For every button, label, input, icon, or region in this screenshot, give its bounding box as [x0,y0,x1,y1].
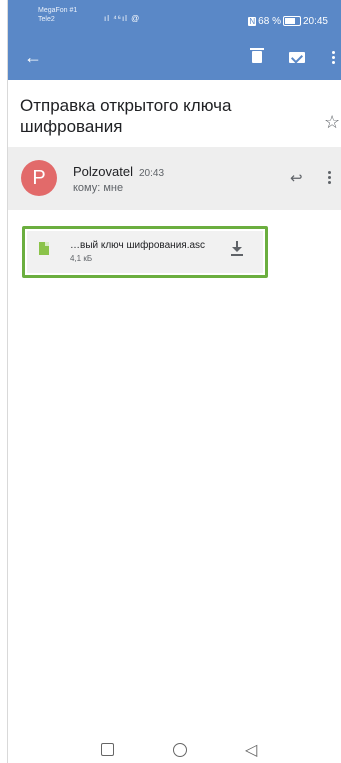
message-more-button[interactable] [328,171,331,186]
more-vert-icon [328,171,331,184]
attachment-name: …вый ключ шифрования.asc [70,240,206,251]
carrier-name-1: MegaFon #1 [38,7,78,14]
attachment-card[interactable]: …вый ключ шифрования.asc 4,1 кБ [22,226,268,278]
clock: 20:45 [302,16,328,27]
carrier-info: MegaFon #1 Tele2 [38,6,77,24]
arrow-left-icon: ← [24,47,42,67]
mark-unread-icon [289,51,305,63]
signal-icons: ıl ⁴⁶ıl @ [104,14,141,23]
sender-name: Polzovatel [73,164,133,179]
sender-line: Polzovatel 20:43 [73,164,164,179]
recents-button[interactable] [101,743,114,756]
avatar: P [21,160,57,196]
mark-unread-button[interactable] [286,46,308,68]
star-button[interactable]: ☆ [324,112,340,133]
email-subject: Отправка открытого ключа шифрования [20,96,232,136]
nfc-icon: N [248,17,257,26]
reply-icon: ↩ [290,170,303,187]
more-options-button[interactable] [322,46,341,68]
more-vert-icon [331,50,335,64]
recipient-line[interactable]: кому: мне [73,182,123,194]
file-icon [39,242,49,255]
battery-percent: 68 % [258,16,281,27]
carrier-name-2: Tele2 [38,16,55,23]
delete-button[interactable] [246,46,268,68]
reply-button[interactable]: ↩ [290,169,303,187]
top-app-bar: MegaFon #1 Tele2 ıl ⁴⁶ıl @ N 68 % 20:45 ← [8,0,341,80]
triangle-back-icon: ◁ [245,742,258,759]
home-button[interactable] [173,743,187,757]
back-button[interactable]: ← [24,48,42,66]
status-bar: MegaFon #1 Tele2 ıl ⁴⁶ıl @ N 68 % 20:45 [8,0,341,36]
sent-time: 20:43 [138,168,165,179]
status-right: N 68 % 20:45 [248,16,328,27]
system-nav-bar: ◁ [8,733,341,763]
sender-header[interactable]: P Polzovatel 20:43 кому: мне ↩ [8,147,341,210]
system-back-button[interactable]: ◁ [245,740,257,760]
star-icon: ☆ [324,112,341,132]
trash-icon [250,48,264,63]
email-screen: MegaFon #1 Tele2 ıl ⁴⁶ıl @ N 68 % 20:45 ← … [7,0,341,763]
attachment-body: …вый ключ шифрования.asc 4,1 кБ [27,231,263,273]
battery-icon [282,16,301,27]
attachment-size: 4,1 кБ [70,254,93,263]
download-button[interactable] [230,241,244,257]
